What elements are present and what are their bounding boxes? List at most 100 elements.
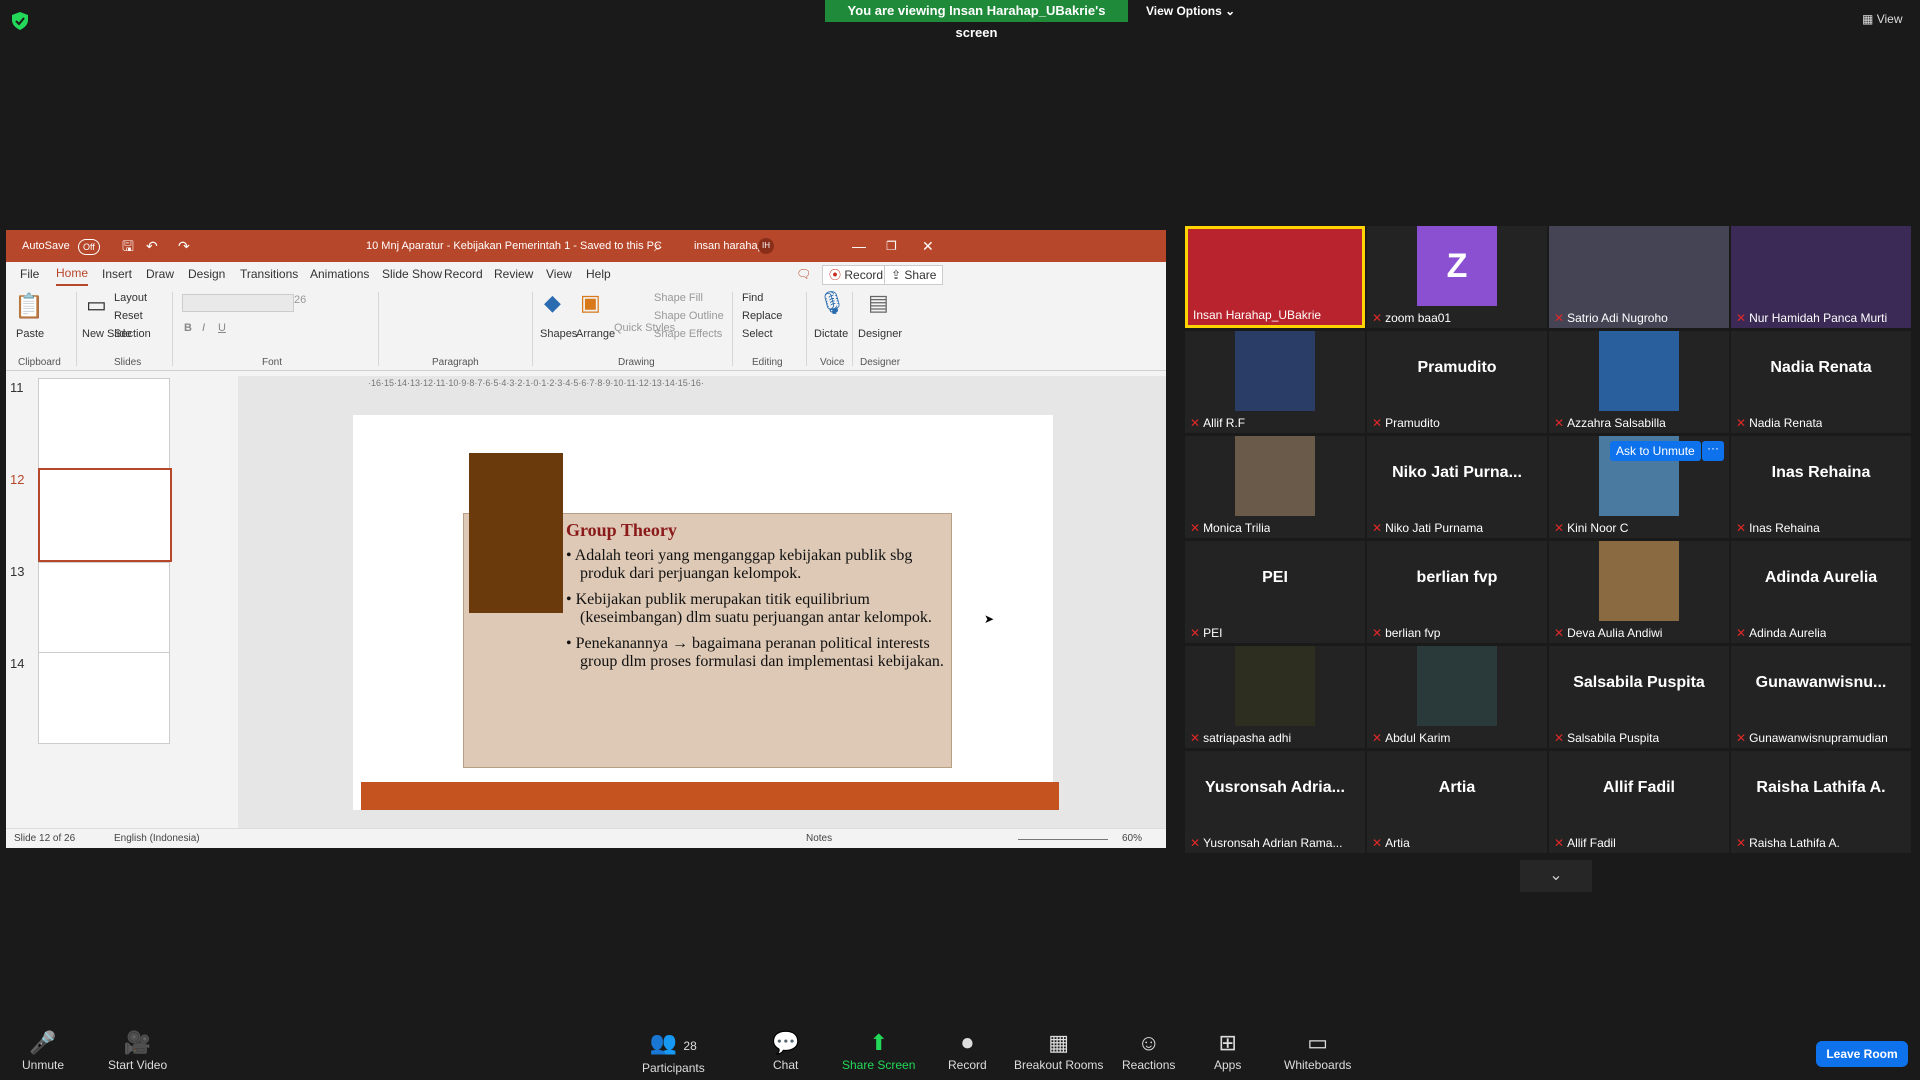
slide-thumbnail-11[interactable] bbox=[38, 378, 170, 470]
ask-to-unmute-button[interactable]: Ask to Unmute bbox=[1610, 441, 1701, 461]
new-slide-icon[interactable]: ▭ bbox=[86, 292, 107, 318]
select-button[interactable]: Select bbox=[742, 328, 773, 340]
chat-button[interactable]: 💬 Chat bbox=[772, 1030, 799, 1072]
menu-draw[interactable]: Draw bbox=[146, 262, 174, 286]
start-video-button[interactable]: 🎥 Start Video bbox=[108, 1030, 167, 1072]
participant-tile[interactable]: Z ✕ zoom baa01 bbox=[1367, 226, 1547, 328]
gallery-next-page-button[interactable]: ⌄ bbox=[1520, 860, 1592, 892]
reactions-button[interactable]: ☺ Reactions bbox=[1122, 1030, 1175, 1072]
paste-label[interactable]: Paste bbox=[16, 328, 44, 340]
arrange-label[interactable]: Arrange bbox=[576, 328, 615, 340]
participant-tile[interactable]: Allif Fadil ✕ Allif Fadil bbox=[1549, 751, 1729, 853]
unmute-button[interactable]: 🎤 Unmute bbox=[22, 1030, 64, 1072]
bold-icon[interactable]: B bbox=[184, 322, 192, 334]
breakout-rooms-button[interactable]: ▦ Breakout Rooms bbox=[1014, 1030, 1103, 1072]
slide-thumbnail-14[interactable] bbox=[38, 652, 170, 744]
menu-transitions[interactable]: Transitions bbox=[240, 262, 298, 286]
participant-tile[interactable]: ✕ Deva Aulia Andiwi bbox=[1549, 541, 1729, 643]
menu-insert[interactable]: Insert bbox=[102, 262, 132, 286]
participant-tile[interactable]: Gunawanwisnu... ✕ Gunawanwisnupramudian bbox=[1731, 646, 1911, 748]
participant-tile[interactable]: ✕ Satrio Adi Nugroho bbox=[1549, 226, 1729, 328]
apps-button[interactable]: ⊞ Apps bbox=[1214, 1030, 1241, 1072]
document-title[interactable]: 10 Mnj Aparatur - Kebijakan Pemerintah 1… bbox=[366, 230, 662, 262]
menu-review[interactable]: Review bbox=[494, 262, 533, 286]
paste-icon[interactable]: 📋 bbox=[14, 292, 44, 321]
participant-tile[interactable]: ✕ Azzahra Salsabilla bbox=[1549, 331, 1729, 433]
restore-icon[interactable]: ❐ bbox=[886, 230, 897, 262]
more-options-button[interactable]: ··· bbox=[1702, 441, 1724, 461]
menu-view[interactable]: View bbox=[546, 262, 572, 286]
participants-button[interactable]: 👥 28 Participants bbox=[642, 1030, 705, 1075]
replace-button[interactable]: Replace bbox=[742, 310, 782, 322]
arrange-icon[interactable]: ▣ bbox=[580, 290, 601, 316]
security-shield-icon[interactable] bbox=[12, 12, 28, 30]
language-indicator[interactable]: English (Indonesia) bbox=[114, 833, 200, 844]
slide-thumbnail-12[interactable] bbox=[38, 468, 172, 562]
redo-icon[interactable]: ↷ bbox=[178, 230, 190, 262]
participant-tile[interactable]: Niko Jati Purna... ✕ Niko Jati Purnama bbox=[1367, 436, 1547, 538]
participant-tile[interactable]: berlian fvp ✕ berlian fvp bbox=[1367, 541, 1547, 643]
search-icon[interactable]: ⌕ bbox=[654, 230, 662, 262]
participant-tile[interactable]: ✕ Nur Hamidah Panca Murti bbox=[1731, 226, 1911, 328]
menu-record[interactable]: Record bbox=[444, 262, 483, 286]
share-button[interactable]: ⇪ Share bbox=[884, 265, 944, 285]
font-size-box[interactable]: 26 bbox=[294, 294, 306, 306]
whiteboards-button[interactable]: ▭ Whiteboards bbox=[1284, 1030, 1351, 1072]
participant-tile[interactable]: Adinda Aurelia ✕ Adinda Aurelia bbox=[1731, 541, 1911, 643]
reset-button[interactable]: Reset bbox=[114, 310, 143, 322]
find-button[interactable]: Find bbox=[742, 292, 763, 304]
share-screen-button[interactable]: ⬆ Share Screen bbox=[842, 1030, 915, 1072]
shape-outline-button[interactable]: Shape Outline bbox=[654, 310, 724, 322]
notes-button[interactable]: Notes bbox=[806, 833, 832, 844]
menu-file[interactable]: File bbox=[20, 262, 39, 286]
participant-tile[interactable]: Yusronsah Adria... ✕ Yusronsah Adrian Rama… bbox=[1185, 751, 1365, 853]
zoom-slider[interactable] bbox=[1018, 839, 1108, 840]
menu-design[interactable]: Design bbox=[188, 262, 225, 286]
menu-animations[interactable]: Animations bbox=[310, 262, 369, 286]
slide-thumbnail-13[interactable] bbox=[38, 562, 170, 654]
participant-tile[interactable]: ✕ Abdul Karim bbox=[1367, 646, 1547, 748]
menu-slide-show[interactable]: Slide Show bbox=[382, 262, 442, 286]
comment-icon[interactable]: 🗨 bbox=[796, 262, 811, 286]
record-button-zoom[interactable]: ⏺ Record bbox=[948, 1030, 987, 1072]
shapes-label[interactable]: Shapes bbox=[540, 328, 577, 340]
shape-effects-button[interactable]: Shape Effects bbox=[654, 328, 722, 340]
user-name[interactable]: insan harahap bbox=[694, 230, 764, 262]
undo-icon[interactable]: ↶ bbox=[146, 230, 158, 262]
font-family-box[interactable] bbox=[182, 294, 294, 312]
zoom-level[interactable]: 60% bbox=[1122, 833, 1142, 844]
participant-tile[interactable]: Insan Harahap_UBakrie bbox=[1185, 226, 1365, 328]
participant-tile[interactable]: PEI ✕ PEI bbox=[1185, 541, 1365, 643]
shapes-icon[interactable]: ◆ bbox=[544, 290, 561, 316]
dictate-label[interactable]: Dictate bbox=[814, 328, 848, 340]
view-options-button[interactable]: View Options ⌄ bbox=[1146, 0, 1235, 22]
view-button[interactable]: ▦ View bbox=[1862, 12, 1902, 26]
participant-tile[interactable]: Raisha Lathifa A. ✕ Raisha Lathifa A. bbox=[1731, 751, 1911, 853]
autosave-toggle[interactable]: Off bbox=[78, 239, 100, 255]
underline-icon[interactable]: U bbox=[218, 322, 226, 334]
menu-home[interactable]: Home bbox=[56, 262, 89, 286]
shape-fill-button[interactable]: Shape Fill bbox=[654, 292, 703, 304]
close-icon[interactable]: ✕ bbox=[922, 230, 934, 262]
participant-name-text: Yusronsah Adrian Rama... bbox=[1203, 836, 1343, 850]
participant-tile[interactable]: Inas Rehaina ✕ Inas Rehaina bbox=[1731, 436, 1911, 538]
participant-tile[interactable]: ✕ Monica Trilia bbox=[1185, 436, 1365, 538]
leave-room-button[interactable]: Leave Room bbox=[1816, 1041, 1908, 1067]
microphone-icon[interactable]: 🎙 bbox=[818, 290, 846, 316]
section-button[interactable]: Section bbox=[114, 328, 151, 340]
participant-tile[interactable]: Salsabila Puspita ✕ Salsabila Puspita bbox=[1549, 646, 1729, 748]
participant-tile[interactable]: ✕ Allif R.F bbox=[1185, 331, 1365, 433]
layout-button[interactable]: Layout bbox=[114, 292, 147, 304]
participant-tile[interactable]: Pramudito ✕ Pramudito bbox=[1367, 331, 1547, 433]
participant-tile[interactable]: Artia ✕ Artia bbox=[1367, 751, 1547, 853]
participant-tile[interactable]: Nadia Renata ✕ Nadia Renata bbox=[1731, 331, 1911, 433]
save-icon[interactable]: 🖫 bbox=[122, 230, 134, 262]
designer-label[interactable]: Designer bbox=[858, 328, 902, 340]
user-avatar[interactable]: IH bbox=[758, 238, 774, 254]
participant-tile[interactable]: ✕ satriapasha adhi bbox=[1185, 646, 1365, 748]
menu-help[interactable]: Help bbox=[586, 262, 611, 286]
minimize-icon[interactable]: — bbox=[852, 230, 866, 262]
record-button[interactable]: ⦿ Record bbox=[822, 265, 891, 285]
designer-icon[interactable]: ▤ bbox=[868, 290, 889, 316]
italic-icon[interactable]: I bbox=[202, 322, 205, 334]
